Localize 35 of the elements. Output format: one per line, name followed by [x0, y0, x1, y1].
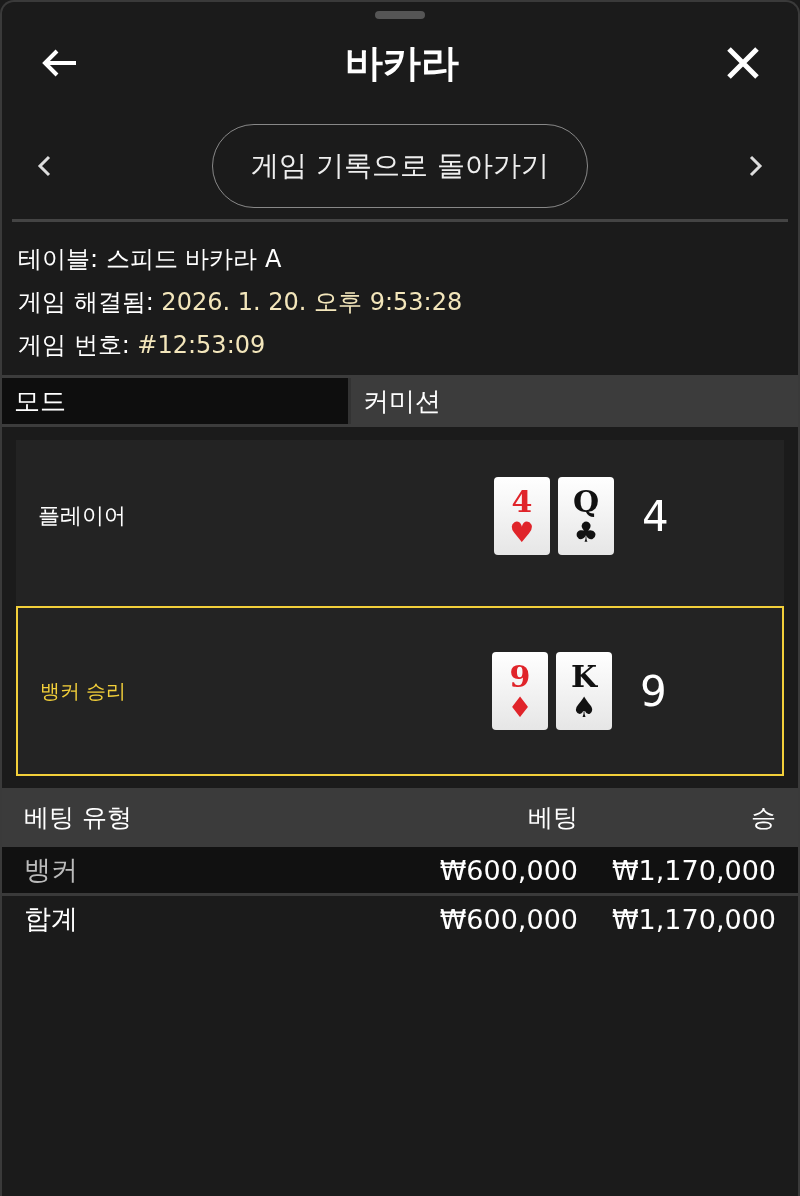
hand-score: 4 [642, 491, 670, 541]
info-label: 게임 해결됨: [18, 288, 154, 316]
column-header: 베팅 유형 [24, 802, 133, 834]
chevron-right-icon[interactable] [748, 154, 764, 178]
hand-name: 플레이어 [38, 502, 127, 530]
total-label: 합계 [24, 902, 79, 936]
card-rank: Q [572, 486, 600, 518]
card-suit: ♦ [507, 693, 533, 723]
chevron-left-icon[interactable] [36, 154, 52, 178]
hand-name: 뱅커 승리 [40, 677, 128, 705]
card-suit: ♣ [573, 518, 599, 548]
info-label: 테이블: [18, 245, 99, 273]
info-label: 게임 번호: [18, 331, 130, 359]
mode-label: 모드 [2, 378, 348, 424]
close-icon[interactable] [726, 46, 760, 80]
total-cell-text: ₩600,000 [438, 903, 578, 935]
card-rank: 4 [511, 486, 533, 518]
info-value: #12:53:09 [137, 331, 266, 359]
screen-title: 바카라 [345, 39, 459, 87]
card-rank: 9 [509, 661, 531, 693]
back-arrow-icon[interactable] [42, 49, 78, 77]
info-value: 2026. 1. 20. 오후 9:53:28 [161, 288, 463, 316]
card-suit: ♥ [509, 518, 535, 548]
drag-handle[interactable] [375, 11, 425, 19]
info-value: 스피드 바카라 A [105, 245, 282, 273]
hand-score: 9 [640, 666, 668, 716]
table-cell-text: 뱅커 [24, 853, 79, 887]
total-cell-text: ₩1,170,000 [610, 903, 776, 935]
mode-value: 커미션 [348, 378, 798, 424]
column-header: 베팅 [527, 802, 578, 834]
column-header: 승 [750, 802, 776, 834]
card-rank: K [570, 661, 598, 693]
card-suit: ♠ [571, 693, 597, 723]
table-cell-text: ₩1,170,000 [610, 854, 776, 886]
table-cell-text: ₩600,000 [438, 854, 578, 886]
